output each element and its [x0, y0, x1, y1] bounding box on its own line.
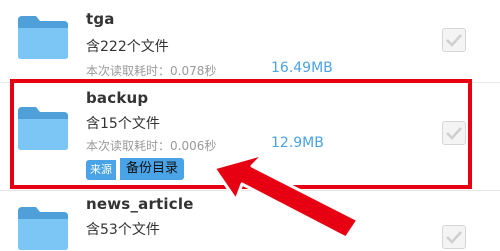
folder-name: tga [86, 10, 115, 28]
folder-row-tga[interactable]: tga 含222个文件 本次读取耗时：0.078秒 16.49MB [0, 0, 500, 80]
red-arrow-annotation [212, 152, 360, 240]
folder-name: news_article [86, 195, 194, 213]
folder-size: 16.49MB [271, 60, 333, 76]
checkbox-icon [446, 34, 462, 47]
folder-icon [18, 207, 68, 250]
folder-icon [18, 16, 68, 59]
checkbox-icon [446, 231, 462, 244]
select-checkbox[interactable] [442, 28, 466, 52]
read-time: 本次读取耗时：0.078秒 [86, 64, 217, 78]
file-count: 含53个文件 [86, 222, 160, 238]
file-count: 含222个文件 [86, 39, 169, 55]
select-checkbox[interactable] [442, 225, 466, 249]
